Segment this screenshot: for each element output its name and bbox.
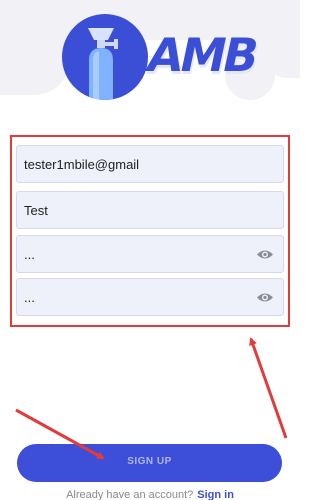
logo-wordmark: AMB bbox=[142, 28, 262, 82]
password-value: ... bbox=[24, 247, 35, 262]
gas-cylinder-logo-icon bbox=[62, 14, 148, 100]
email-value: tester1mbile@gmail bbox=[24, 157, 140, 172]
confirm-password-field[interactable]: ... bbox=[16, 278, 284, 316]
signin-prompt-text: Already have an account? bbox=[66, 489, 194, 500]
app-logo: AMB bbox=[62, 14, 261, 102]
arrow-to-form-fields bbox=[249, 337, 288, 439]
confirm-password-value: ... bbox=[24, 290, 35, 305]
password-field[interactable]: ... bbox=[16, 235, 284, 273]
eye-icon[interactable] bbox=[256, 248, 274, 261]
background-shape bbox=[268, 0, 300, 78]
sign-in-link[interactable]: Sign in bbox=[197, 489, 234, 500]
name-value: Test bbox=[24, 203, 48, 218]
sign-up-label: SIGN UP bbox=[127, 456, 172, 467]
email-field[interactable]: tester1mbile@gmail bbox=[16, 145, 284, 183]
sign-up-button[interactable]: SIGN UP bbox=[17, 444, 282, 482]
background-shape bbox=[0, 0, 70, 95]
eye-icon[interactable] bbox=[256, 291, 274, 304]
signin-prompt: Already have an account? Sign in bbox=[0, 489, 300, 500]
name-field[interactable]: Test bbox=[16, 191, 284, 229]
